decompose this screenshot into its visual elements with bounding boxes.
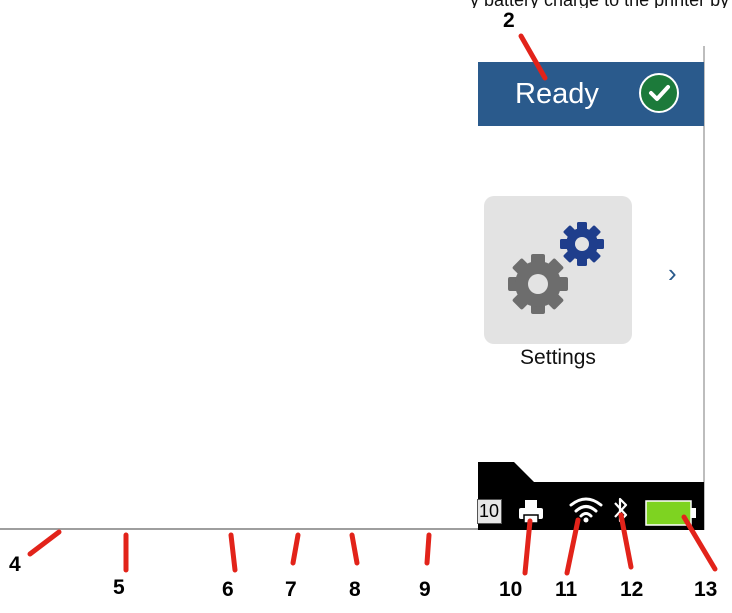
callout-13: 13	[694, 578, 718, 601]
callout-6: 6	[222, 578, 234, 601]
callout-2: 2	[503, 9, 515, 32]
callout-9: 9	[419, 578, 431, 601]
callout-line-4	[27, 529, 62, 557]
callout-4: 4	[9, 553, 21, 576]
callout-line-11	[564, 517, 581, 576]
callout-line-2	[518, 33, 548, 81]
callout-12: 12	[620, 578, 644, 601]
callout-11: 11	[555, 578, 578, 601]
callout-lines	[27, 33, 718, 576]
callout-line-7	[290, 532, 301, 566]
callout-line-8	[349, 532, 360, 566]
callout-line-13	[681, 514, 718, 572]
callout-line-6	[228, 532, 238, 573]
callout-8: 8	[349, 578, 361, 601]
callout-line-12	[618, 512, 634, 570]
callout-7: 7	[285, 578, 297, 601]
callout-5: 5	[113, 576, 125, 599]
callout-10: 10	[499, 578, 523, 601]
callout-line-10	[522, 518, 533, 576]
callout-line-9	[424, 532, 432, 566]
